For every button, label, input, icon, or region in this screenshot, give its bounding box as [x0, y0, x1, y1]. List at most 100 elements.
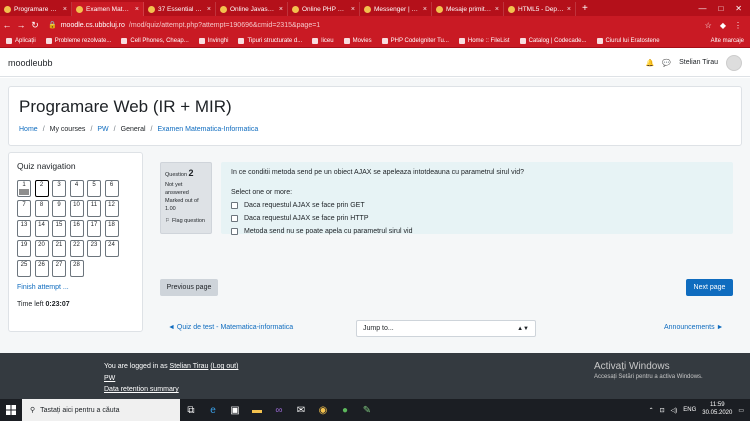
footer-user-link[interactable]: Stelian Tirau: [170, 363, 209, 370]
quiz-nav-button[interactable]: 7: [17, 200, 31, 217]
quiz-nav-button[interactable]: 20: [34, 240, 49, 257]
bookmark-item[interactable]: Movies: [343, 37, 372, 44]
notification-bell-icon[interactable]: 🔔: [646, 59, 655, 67]
reload-icon[interactable]: ↻: [28, 20, 42, 31]
close-tab-icon[interactable]: ×: [495, 6, 499, 13]
jump-to-select[interactable]: Jump to... ▲▼: [356, 320, 536, 337]
app-icon[interactable]: ●: [334, 399, 356, 421]
quiz-nav-button[interactable]: 18: [104, 220, 119, 237]
bookmark-item[interactable]: Tipuri structurate d...: [238, 37, 302, 44]
footer-course-link[interactable]: PW: [104, 375, 115, 382]
quiz-nav-button[interactable]: 10: [69, 200, 84, 217]
bookmark-item[interactable]: Invinghi: [198, 37, 228, 44]
bookmark-item[interactable]: Catalog | Codecade...: [519, 37, 587, 44]
browser-tab[interactable]: Online Javascript ×: [216, 2, 288, 16]
close-tab-icon[interactable]: ×: [63, 6, 67, 13]
maximize-button[interactable]: □: [718, 4, 723, 13]
quiz-nav-button[interactable]: 23: [87, 240, 101, 257]
tray-chevron-icon[interactable]: ⌃: [649, 407, 654, 414]
mail-icon[interactable]: ✉: [290, 399, 312, 421]
quiz-nav-button[interactable]: 11: [87, 200, 101, 217]
breadcrumb-course[interactable]: PW: [97, 126, 108, 133]
other-bookmarks[interactable]: Alte marcaje: [711, 38, 750, 44]
store-icon[interactable]: ▣: [224, 399, 246, 421]
quiz-nav-button[interactable]: 28: [69, 260, 84, 277]
next-page-button[interactable]: Next page: [686, 279, 733, 296]
notepad-icon[interactable]: ✎: [356, 399, 378, 421]
browser-tab[interactable]: Mesaje primite (6 ×: [432, 2, 504, 16]
quiz-nav-button[interactable]: 3: [52, 180, 66, 197]
browser-tab[interactable]: Examen Matemati×: [72, 2, 144, 16]
previous-activity-link[interactable]: ◄ Quiz de test - Matematica-informatica: [168, 324, 293, 331]
bookmark-item[interactable]: Aplicații: [6, 37, 36, 44]
minimize-button[interactable]: —: [698, 4, 706, 13]
taskbar-search[interactable]: ⚲ Tastați aici pentru a căuta: [22, 399, 180, 421]
close-tab-icon[interactable]: ×: [279, 6, 283, 13]
browser-tab[interactable]: Online PHP Editor×: [288, 2, 360, 16]
quiz-nav-button[interactable]: 6: [104, 180, 119, 197]
quiz-nav-button[interactable]: 24: [104, 240, 119, 257]
clock[interactable]: 11:59 30.05.2020: [702, 402, 732, 418]
quiz-nav-button[interactable]: 13: [17, 220, 31, 237]
quiz-nav-button[interactable]: 21: [52, 240, 66, 257]
option-checkbox[interactable]: [231, 202, 238, 209]
back-icon[interactable]: ←: [0, 20, 14, 30]
breadcrumb-quiz[interactable]: Examen Matematica-Informatica: [157, 126, 258, 133]
quiz-nav-button[interactable]: 2: [34, 180, 49, 197]
quiz-nav-button[interactable]: 14: [34, 220, 49, 237]
option-checkbox[interactable]: [231, 215, 238, 222]
quiz-nav-button[interactable]: 27: [52, 260, 66, 277]
forward-icon[interactable]: →: [14, 20, 28, 30]
browser-tab[interactable]: Messenger | Faceb×: [360, 2, 432, 16]
flag-question-button[interactable]: ⚐ Flag question: [165, 217, 207, 225]
quiz-nav-button[interactable]: 19: [17, 240, 31, 257]
close-tab-icon[interactable]: ×: [135, 6, 139, 13]
url-field[interactable]: 🔒 moodle.cs.ubbcluj.ro/mod/quiz/attempt.…: [48, 21, 320, 30]
bookmark-item[interactable]: liceu: [312, 37, 334, 44]
windows-start-icon[interactable]: [0, 405, 22, 415]
browser-tab[interactable]: HTML5 - Depreca×: [504, 2, 576, 16]
avatar[interactable]: [726, 54, 742, 71]
notifications-icon[interactable]: ▭: [738, 407, 744, 414]
close-tab-icon[interactable]: ×: [351, 6, 355, 13]
answer-option[interactable]: Daca requestul AJAX se face prin GET: [231, 202, 723, 209]
quiz-nav-button[interactable]: 22: [69, 240, 84, 257]
option-checkbox[interactable]: [231, 228, 238, 235]
bookmark-item[interactable]: PHP CodeIgniter Tu...: [381, 37, 449, 44]
close-tab-icon[interactable]: ×: [423, 6, 427, 13]
extension-icon[interactable]: ◆: [720, 21, 726, 30]
browser-tab[interactable]: 37 Essential JavaS×: [144, 2, 216, 16]
quiz-nav-button[interactable]: 9: [52, 200, 66, 217]
volume-icon[interactable]: ◁): [671, 407, 678, 414]
close-tab-icon[interactable]: ×: [207, 6, 211, 13]
close-window-button[interactable]: ✕: [735, 4, 742, 13]
data-retention-link[interactable]: Data retention summary: [104, 386, 179, 393]
edge-icon[interactable]: e: [202, 399, 224, 421]
answer-option[interactable]: Metoda send nu se poate apela cu paramet…: [231, 228, 723, 235]
network-icon[interactable]: ⊡: [660, 407, 665, 414]
quiz-nav-button[interactable]: 5: [87, 180, 101, 197]
file-explorer-icon[interactable]: ▬: [246, 399, 268, 421]
browser-tab[interactable]: Programare Web ×: [0, 2, 72, 16]
quiz-nav-button[interactable]: 26: [34, 260, 49, 277]
breadcrumb-home[interactable]: Home: [19, 126, 38, 133]
bookmark-item[interactable]: Ciurul lui Eratostene: [596, 37, 660, 44]
finish-attempt-link[interactable]: Finish attempt ...: [17, 284, 134, 291]
quiz-nav-button[interactable]: 25: [17, 260, 31, 277]
chrome-icon[interactable]: ◉: [312, 399, 334, 421]
quiz-nav-button[interactable]: 8: [34, 200, 49, 217]
logout-link[interactable]: (Log out): [210, 363, 238, 370]
messages-icon[interactable]: 💬: [662, 59, 671, 67]
task-view-icon[interactable]: ⧉: [180, 399, 202, 421]
new-tab-button[interactable]: +: [576, 2, 594, 16]
star-icon[interactable]: ☆: [705, 21, 712, 30]
bookmark-item[interactable]: Home :: FileList: [458, 37, 510, 44]
quiz-nav-button[interactable]: 12: [104, 200, 119, 217]
quiz-nav-button[interactable]: 1: [17, 180, 31, 197]
quiz-nav-button[interactable]: 16: [69, 220, 84, 237]
visual-studio-icon[interactable]: ∞: [268, 399, 290, 421]
language-indicator[interactable]: ENG: [683, 407, 696, 413]
quiz-nav-button[interactable]: 4: [69, 180, 84, 197]
site-brand[interactable]: moodleubb: [8, 58, 53, 68]
bookmark-item[interactable]: Cell Phones, Cheap...: [121, 37, 189, 44]
